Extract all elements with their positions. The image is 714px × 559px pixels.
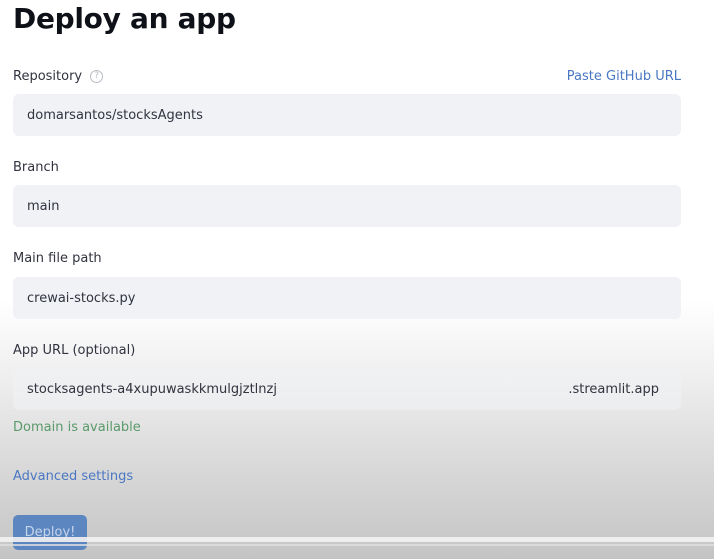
- repository-input[interactable]: domarsantos/stocksAgents: [13, 94, 681, 136]
- advanced-settings-link[interactable]: Advanced settings: [13, 469, 133, 484]
- branch-input[interactable]: main: [13, 185, 681, 227]
- app-url-suffix: .streamlit.app: [568, 381, 659, 397]
- repository-label-row: Repository ?: [13, 69, 104, 84]
- video-overlay-line: [0, 544, 714, 546]
- main-file-label-text: Main file path: [13, 251, 102, 266]
- main-file-input[interactable]: crewai-stocks.py: [13, 277, 681, 319]
- branch-value: main: [27, 198, 60, 214]
- branch-label-text: Branch: [13, 160, 59, 175]
- repository-value: domarsantos/stocksAgents: [27, 107, 203, 123]
- paste-github-url-link[interactable]: Paste GitHub URL: [567, 69, 681, 84]
- app-url-label-text: App URL (optional): [13, 343, 136, 358]
- main-file-label: Main file path: [13, 251, 102, 266]
- repository-label: Repository: [13, 69, 83, 84]
- app-url-value: stocksagents-a4xupuwaskkmulgjztlnzj: [27, 381, 277, 397]
- page-title: Deploy an app: [13, 2, 236, 35]
- main-file-value: crewai-stocks.py: [27, 290, 136, 306]
- app-url-input[interactable]: stocksagents-a4xupuwaskkmulgjztlnzj .str…: [13, 368, 681, 410]
- app-url-label: App URL (optional): [13, 343, 135, 358]
- video-overlay-bar: [0, 537, 714, 542]
- question-circle-icon[interactable]: ?: [90, 70, 104, 83]
- branch-label: Branch: [13, 160, 59, 175]
- domain-status: Domain is available: [13, 420, 141, 435]
